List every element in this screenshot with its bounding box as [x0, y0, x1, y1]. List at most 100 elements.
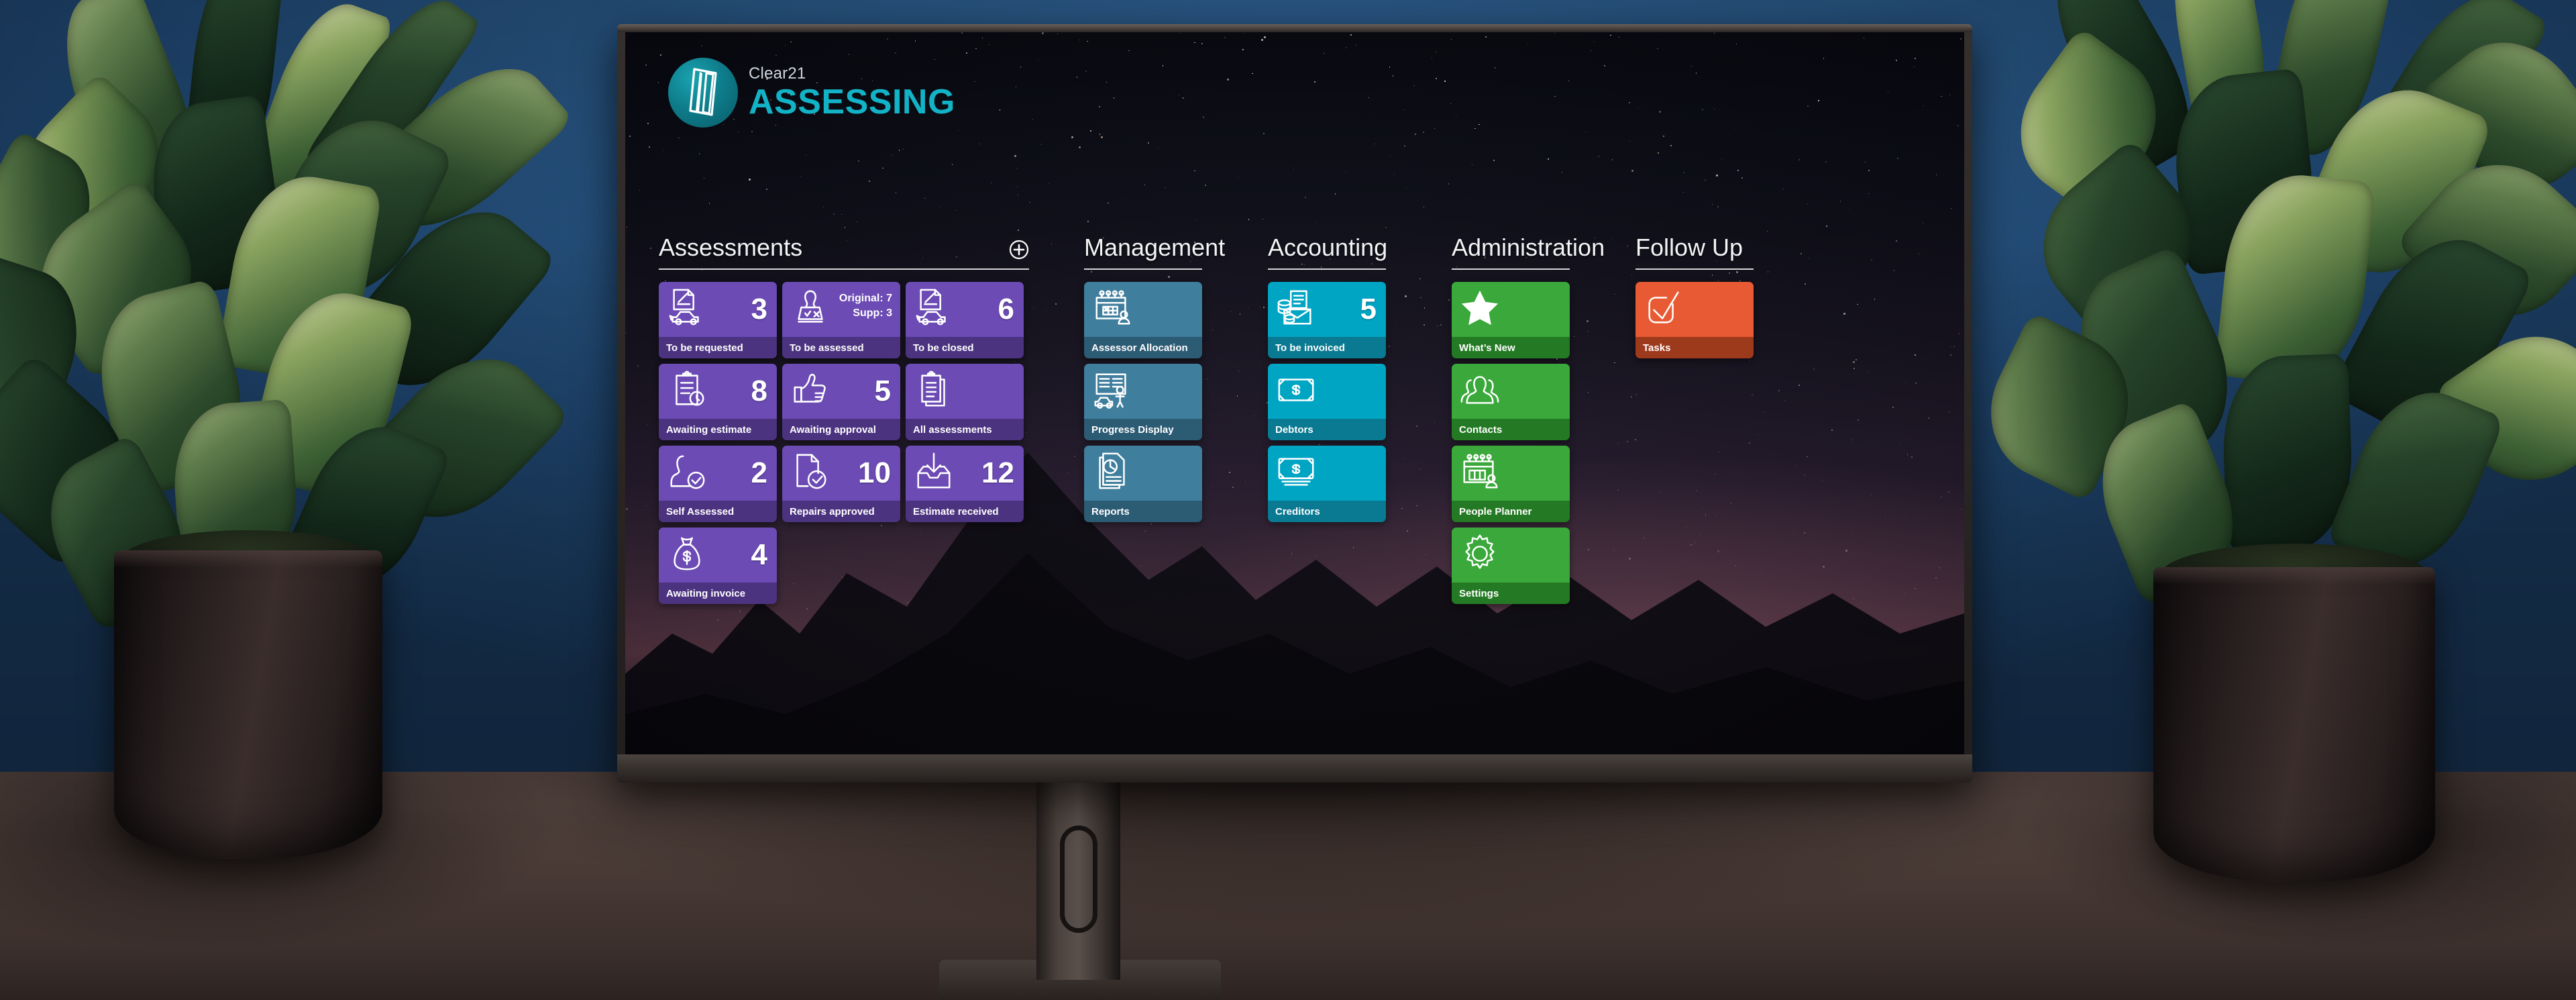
tile-body: [1452, 446, 1570, 501]
tile-body: [1268, 446, 1386, 501]
monitor-stand-cable-slot: [1060, 826, 1097, 933]
tile-label: Tasks: [1643, 342, 1670, 354]
tile-footer: Debtors: [1268, 419, 1386, 440]
plant-right-pot-rim: [2153, 567, 2435, 585]
clear21-logo-mark-icon: [682, 66, 724, 119]
column-title: Administration: [1452, 234, 1605, 262]
column-divider: [659, 268, 1029, 270]
tile-footer: Awaiting approval: [782, 419, 900, 440]
tile-body: 3: [659, 282, 777, 337]
tile-all-assessments[interactable]: All assessments: [906, 364, 1024, 440]
tile-body: Original: 7 Supp: 3: [782, 282, 900, 337]
logo-circle: [668, 58, 738, 128]
tile-label: Debtors: [1275, 424, 1313, 436]
column-divider: [1084, 268, 1202, 270]
assessor-approve-reject-icon: [790, 287, 831, 332]
tile-body: 2: [659, 446, 777, 501]
board-person-car-icon: [1091, 369, 1133, 414]
tile-to-be-assessed[interactable]: Original: 7 Supp: 3 To be assessed: [782, 282, 900, 358]
tile-body: [1084, 364, 1202, 419]
tile-count: 2: [751, 458, 767, 488]
tile-footer: Progress Display: [1084, 419, 1202, 440]
tile-self-assessed[interactable]: 2 Self Assessed: [659, 446, 777, 522]
tile-count: 5: [875, 377, 891, 406]
tile-settings[interactable]: Settings: [1452, 528, 1570, 604]
tile-reports[interactable]: Reports: [1084, 446, 1202, 522]
tile-label: Creditors: [1275, 506, 1320, 517]
tile-footer: What’s New: [1452, 337, 1570, 358]
column-title: Accounting: [1268, 234, 1387, 262]
plant-left-pot-rim: [114, 550, 382, 568]
tile-body: 4: [659, 528, 777, 583]
tile-label: Awaiting estimate: [666, 424, 751, 436]
monitor-bottom-bezel: [617, 754, 1972, 783]
column-divider: [1452, 268, 1570, 270]
tile-footer: To be closed: [906, 337, 1024, 358]
tile-body: [1084, 282, 1202, 337]
tile-breakdown-line: Supp: 3: [839, 306, 892, 321]
gear-icon: [1459, 533, 1501, 578]
tile-count: 3: [751, 295, 767, 324]
tile-footer: Tasks: [1635, 337, 1754, 358]
banknote-stack-icon: [1275, 451, 1317, 496]
tile-footer: To be assessed: [782, 337, 900, 358]
tile-label: Contacts: [1459, 424, 1502, 436]
tile-footer: Repairs approved: [782, 501, 900, 522]
tile-to-be-closed[interactable]: 6 To be closed: [906, 282, 1024, 358]
tile-footer: Assessor Allocation: [1084, 337, 1202, 358]
dashboard-column-follow-up: Follow Up Tasks: [1635, 234, 1754, 358]
tile-label: Awaiting approval: [790, 424, 876, 436]
column-title: Management: [1084, 234, 1225, 262]
tile-tasks[interactable]: Tasks: [1635, 282, 1754, 358]
tile-grid: What’s New Contacts People Planner Settings: [1452, 282, 1570, 604]
dashboard: Clear21 ASSESSING Assessments 3 To be requ…: [625, 32, 1964, 754]
car-estimate-icon: [913, 287, 955, 332]
star-icon: [1459, 287, 1501, 332]
tile-footer: Awaiting estimate: [659, 419, 777, 440]
tile-count: 4: [751, 540, 767, 570]
circle-plus-icon[interactable]: [1009, 238, 1029, 258]
tile-breakdown-line: Original: 7: [839, 291, 892, 306]
tile-estimate-received[interactable]: 12 Estimate received: [906, 446, 1024, 522]
invoice-coins-icon: [1275, 287, 1317, 332]
tile-label: All assessments: [913, 424, 992, 436]
tile-assessor-allocation[interactable]: Assessor Allocation: [1084, 282, 1202, 358]
tile-label: To be requested: [666, 342, 743, 354]
thumbs-up-icon: [790, 369, 831, 414]
tile-repairs-approved[interactable]: 10 Repairs approved: [782, 446, 900, 522]
tile-contacts[interactable]: Contacts: [1452, 364, 1570, 440]
tile-people-planner[interactable]: People Planner: [1452, 446, 1570, 522]
calendar-person-icon: [1091, 287, 1133, 332]
tile-creditors[interactable]: Creditors: [1268, 446, 1386, 522]
tile-body: 8: [659, 364, 777, 419]
tile-body: 12: [906, 446, 1024, 501]
tile-label: Progress Display: [1091, 424, 1174, 436]
tile-awaiting-invoice[interactable]: 4 Awaiting invoice: [659, 528, 777, 604]
tile-what-s-new[interactable]: What’s New: [1452, 282, 1570, 358]
tile-awaiting-estimate[interactable]: 8 Awaiting estimate: [659, 364, 777, 440]
tile-label: Self Assessed: [666, 506, 734, 517]
column-divider: [1268, 268, 1386, 270]
tile-count: 12: [981, 458, 1014, 488]
tile-to-be-invoiced[interactable]: 5 To be invoiced: [1268, 282, 1386, 358]
tile-label: Estimate received: [913, 506, 999, 517]
tile-awaiting-approval[interactable]: 5 Awaiting approval: [782, 364, 900, 440]
banknote-icon: [1275, 369, 1317, 414]
app-logo: Clear21 ASSESSING: [668, 58, 955, 128]
calendar-planner-icon: [1459, 451, 1501, 496]
tile-progress-display[interactable]: Progress Display: [1084, 364, 1202, 440]
tile-to-be-requested[interactable]: 3 To be requested: [659, 282, 777, 358]
people-group-icon: [1459, 369, 1501, 414]
tile-body: 10: [782, 446, 900, 501]
logo-title: ASSESSING: [749, 85, 955, 119]
tile-debtors[interactable]: Debtors: [1268, 364, 1386, 440]
tile-footer: To be invoiced: [1268, 337, 1386, 358]
plant-right: [1972, 0, 2576, 872]
plant-left-pot: [114, 550, 382, 859]
column-title: Follow Up: [1635, 234, 1743, 262]
tile-label: People Planner: [1459, 506, 1532, 517]
tile-footer: Self Assessed: [659, 501, 777, 522]
inbox-download-icon: [913, 451, 955, 496]
clipboard-stack-icon: [913, 369, 955, 414]
tile-label: To be closed: [913, 342, 974, 354]
